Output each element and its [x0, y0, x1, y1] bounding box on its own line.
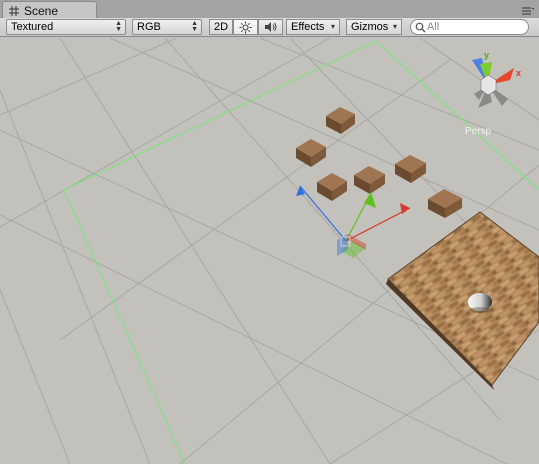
- gizmos-label: Gizmos: [351, 21, 389, 33]
- search-input[interactable]: [427, 20, 523, 34]
- move-tool-gizmo[interactable]: [296, 185, 411, 258]
- scene-toolbar: Textured ▲ ▼ RGB ▲ ▼ 2D Effects ▾ Gizmos…: [0, 18, 539, 37]
- tab-label: Scene: [24, 4, 59, 18]
- gizmos-dropdown[interactable]: Gizmos ▾: [346, 19, 402, 35]
- speaker-icon: [264, 22, 276, 32]
- effects-label: Effects: [291, 21, 325, 33]
- crate-5[interactable]: [395, 155, 426, 183]
- scene-viewport[interactable]: y x Persp: [0, 38, 539, 464]
- tab-strip: Scene: [0, 0, 539, 19]
- scene-window: Scene Textured ▲ ▼ RGB ▲ ▼ 2D Effects ▾ …: [0, 0, 539, 464]
- effects-dropdown[interactable]: Effects ▾: [286, 19, 340, 35]
- up-down-arrow-icon: ▲ ▼: [191, 20, 198, 33]
- sun-icon: [239, 21, 252, 34]
- dropdown-arrow-icon: ▾: [392, 22, 397, 31]
- render-mode-dropdown[interactable]: RGB ▲ ▼: [132, 19, 202, 35]
- brick-floor[interactable]: [386, 211, 539, 390]
- up-down-arrow-icon: ▲ ▼: [115, 20, 122, 33]
- scene-lighting-toggle[interactable]: [233, 19, 258, 35]
- scene-audio-toggle[interactable]: [258, 19, 283, 35]
- ball[interactable]: [468, 293, 492, 313]
- crate-2[interactable]: [296, 139, 326, 167]
- tab-menu-icon[interactable]: [521, 7, 535, 15]
- draw-mode-value: Textured: [11, 21, 54, 33]
- crate-3[interactable]: [317, 173, 347, 201]
- gizmo-x-label: x: [516, 68, 521, 78]
- gizmo-y-label: y: [484, 50, 489, 60]
- search-icon: [415, 22, 426, 33]
- crate-4[interactable]: [354, 166, 385, 194]
- toggle-2d-label: 2D: [213, 21, 229, 33]
- tab-scene[interactable]: Scene: [2, 1, 97, 19]
- render-mode-value: RGB: [137, 21, 161, 33]
- dropdown-arrow-icon: ▾: [330, 22, 335, 31]
- grid-icon: [9, 6, 19, 16]
- crate-1[interactable]: [326, 107, 355, 134]
- draw-mode-dropdown[interactable]: Textured ▲ ▼: [6, 19, 126, 35]
- toggle-2d-button[interactable]: 2D: [209, 19, 233, 35]
- scene-canvas[interactable]: y x Persp: [0, 38, 539, 464]
- gizmo-view-label[interactable]: Persp: [465, 126, 492, 137]
- search-field[interactable]: [410, 19, 529, 35]
